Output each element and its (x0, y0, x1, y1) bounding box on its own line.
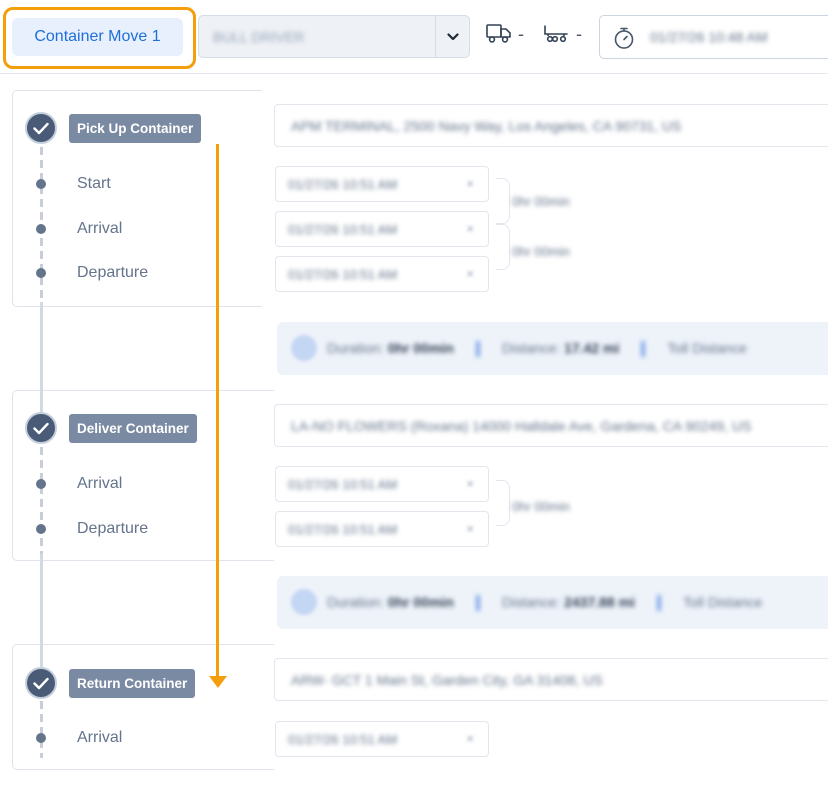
elapsed-time: 0hr 00min (512, 244, 570, 259)
truck-icon[interactable] (486, 22, 512, 49)
clear-icon[interactable]: × (466, 221, 474, 236)
arrival-time-input[interactable]: 01/27/26 10:51 AM × (275, 721, 489, 757)
event-label-arrival: Arrival (77, 475, 123, 492)
step-complete-check-icon (25, 667, 57, 699)
step-complete-check-icon (25, 112, 57, 144)
separator-dash: - (576, 24, 582, 44)
event-label-start: Start (77, 175, 111, 192)
timeline-dashes (40, 142, 43, 302)
event-label-departure: Departure (77, 520, 149, 537)
annotation-arrow (216, 144, 219, 677)
clear-icon[interactable]: × (466, 476, 474, 491)
time-value: 01/27/26 10:51 AM (288, 477, 398, 492)
time-gap-bracket (496, 178, 510, 224)
clear-icon[interactable]: × (466, 731, 474, 746)
step-complete-check-icon (25, 412, 57, 444)
route-icon (291, 335, 317, 361)
address-text: ARW- GCT 1 Main St, Garden City, GA 3140… (291, 672, 603, 688)
time-gap-bracket (496, 224, 510, 270)
event-dot (36, 268, 46, 278)
time-value: 01/27/26 10:51 AM (288, 522, 398, 537)
return-address-input[interactable]: ARW- GCT 1 Main St, Garden City, GA 3140… (274, 658, 828, 701)
chassis-icon[interactable] (543, 22, 569, 49)
annotation-arrow-head (209, 676, 227, 688)
pickup-address-input[interactable]: APM TERMINAL, 2500 Navy Way, Los Angeles… (274, 104, 828, 147)
time-value: 01/27/26 10:51 AM (288, 267, 398, 282)
chevron-down-icon[interactable] (435, 16, 469, 57)
elapsed-time: 0hr 00min (512, 499, 570, 514)
header-divider (0, 73, 828, 74)
event-label-departure: Departure (77, 264, 149, 281)
driver-select-value: BULL DRIVER (213, 29, 305, 45)
time-gap-bracket (496, 480, 510, 526)
leg-summary-text: Duration: 0hr 00min Distance: 17.42 mi Tol… (327, 340, 747, 358)
event-dot (36, 733, 46, 743)
step-label-return: Return Container (69, 669, 196, 698)
clear-icon[interactable]: × (466, 176, 474, 191)
driver-select[interactable]: BULL DRIVER (198, 15, 470, 58)
timeline-dashes (40, 442, 43, 554)
event-dot (36, 179, 46, 189)
time-value: 01/27/26 10:51 AM (288, 732, 398, 747)
arrival-time-input[interactable]: 01/27/26 10:51 AM × (275, 466, 489, 502)
address-text: APM TERMINAL, 2500 Navy Way, Los Angeles… (291, 118, 682, 134)
timeline-dashes (40, 696, 43, 758)
deliver-address-input[interactable]: LA-NO FLOWERS (Roxana) 14000 Halldale Av… (274, 404, 828, 447)
arrival-time-input[interactable]: 01/27/26 10:51 AM × (275, 211, 489, 247)
start-time-input[interactable]: 01/27/26 10:51 AM × (275, 166, 489, 202)
stopwatch-icon (612, 26, 636, 55)
datetime-value: 01/27/26 10:48 AM (650, 29, 768, 45)
elapsed-time: 0hr 00min (512, 194, 570, 209)
event-label-arrival: Arrival (77, 729, 123, 746)
leg-summary-text: Duration: 0hr 00min Distance: 2437.88 mi T… (327, 594, 763, 612)
clear-icon[interactable]: × (466, 266, 474, 281)
address-text: LA-NO FLOWERS (Roxana) 14000 Halldale Av… (291, 418, 752, 434)
leg-summary: Duration: 0hr 00min Distance: 2437.88 mi T… (277, 576, 828, 629)
container-move-tab[interactable]: Container Move 1 (12, 18, 183, 56)
step-label-pickup: Pick Up Container (69, 114, 202, 143)
time-value: 01/27/26 10:51 AM (288, 222, 398, 237)
clear-icon[interactable]: × (466, 521, 474, 536)
datetime-input[interactable]: 01/27/26 10:48 AM (599, 15, 828, 59)
departure-time-input[interactable]: 01/27/26 10:51 AM × (275, 511, 489, 547)
step-label-deliver: Deliver Container (69, 414, 197, 443)
return-card (12, 644, 274, 770)
leg-summary: Duration: 0hr 00min Distance: 17.42 mi Tol… (277, 322, 828, 375)
event-dot (36, 479, 46, 489)
route-icon (291, 589, 317, 615)
separator-dash: - (518, 24, 524, 44)
departure-time-input[interactable]: 01/27/26 10:51 AM × (275, 256, 489, 292)
event-label-arrival: Arrival (77, 220, 123, 237)
event-dot (36, 224, 46, 234)
time-value: 01/27/26 10:51 AM (288, 177, 398, 192)
event-dot (36, 524, 46, 534)
